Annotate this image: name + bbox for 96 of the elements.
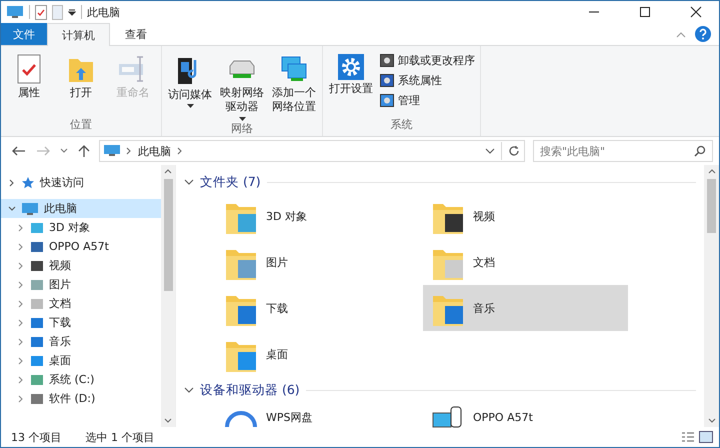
help-icon[interactable] [695,26,711,42]
item-icon [30,316,44,330]
chevron-right-icon[interactable] [17,280,25,288]
chevron-down-icon[interactable] [184,178,194,186]
chevron-right-icon[interactable] [17,356,25,364]
search-icon [694,145,706,157]
collapse-ribbon-icon[interactable] [675,30,687,38]
nav-item[interactable]: 此电脑 [1,199,161,218]
chevron-right-icon[interactable] [8,178,16,186]
ribbon-command[interactable]: 系统属性 [378,72,477,89]
chevron-right-icon[interactable] [17,300,25,308]
nav-item[interactable]: 下载 [1,313,161,332]
network-location-icon [279,54,309,84]
nav-item[interactable]: 快速访问 [1,173,161,192]
folder-tile[interactable]: 下载 [216,285,421,331]
tiles-view-icon[interactable] [699,431,713,443]
settings-icon [338,54,364,80]
chevron-right-icon [177,147,183,155]
scroll-up-icon[interactable] [708,168,716,174]
chevron-down-icon[interactable] [485,147,495,155]
item-icon [30,220,44,234]
address-bar[interactable]: 此电脑 [99,140,525,162]
nav-item[interactable]: 文档 [1,294,161,313]
chevron-down-icon[interactable] [8,204,16,212]
item-icon [30,240,44,254]
device-tile[interactable]: OPPO A57t [423,401,628,433]
nav-item[interactable]: 图片 [1,275,161,294]
nav-item[interactable]: 音乐 [1,332,161,351]
folder-tile[interactable]: 桌面 [216,331,421,377]
scroll-down-icon[interactable] [164,418,172,424]
folder-tile[interactable]: 图片 [216,239,421,285]
properties-icon [17,54,41,84]
ribbon-group-label: 系统 [390,117,414,133]
section-title[interactable]: 设备和驱动器 (6) [200,382,300,398]
chevron-down-icon[interactable] [184,386,194,394]
chevron-right-icon[interactable] [17,242,25,250]
folder-tile[interactable]: 音乐 [423,285,628,331]
refresh-icon[interactable] [508,145,520,157]
ribbon-tab[interactable]: 计算机 [47,23,110,46]
ribbon-group-label: 位置 [69,117,93,133]
caret-icon[interactable] [68,8,76,16]
item-icon [30,392,44,406]
ribbon-command[interactable]: 卸载或更改程序 [378,52,477,69]
status-text: 选中 1 个项目 [86,430,154,444]
search-field[interactable]: 搜索"此电脑" [533,140,713,162]
scrollbar[interactable] [161,165,175,427]
ribbon-command[interactable]: 映射网络驱动器 [217,48,267,121]
nav-item[interactable]: OPPO A57t [1,237,161,256]
chevron-right-icon[interactable] [17,262,25,270]
folder-tile[interactable]: 文档 [423,239,628,285]
computer-icon [104,145,120,157]
chevron-right-icon[interactable] [17,318,25,326]
scroll-thumb[interactable] [164,179,172,291]
up-arrow-icon[interactable] [77,144,91,158]
chevron-right-icon[interactable] [17,224,25,232]
item-icon [30,258,44,272]
computer-icon [6,5,24,19]
item-icon [30,372,44,386]
ribbon-group-label: 网络 [230,120,254,137]
ribbon-command[interactable]: 管理 [378,92,477,109]
ribbon-command[interactable]: 访问媒体 [165,48,215,108]
item-icon [30,278,44,292]
status-text: 13 个项目 [11,430,62,444]
ribbon-command[interactable]: 添加一个网络位置 [269,48,319,115]
item-icon [30,296,44,310]
ribbon-command[interactable]: 打开 [56,48,106,100]
ribbon-command[interactable]: 打开设置 [326,48,376,96]
nav-item[interactable]: 系统 (C:) [1,370,161,389]
star-icon [21,176,35,190]
chevron-down-icon[interactable] [59,147,69,155]
file-tab[interactable]: 文件 [1,23,47,45]
nav-item[interactable]: 视频 [1,256,161,275]
scrollbar[interactable] [704,165,719,427]
device-tile[interactable]: WPS网盘 [216,401,421,433]
nav-item[interactable]: 软件 (D:) [1,389,161,408]
chevron-right-icon[interactable] [17,394,25,402]
properties-icon[interactable] [35,4,47,20]
nav-item[interactable]: 桌面 [1,351,161,370]
chevron-right-icon[interactable] [17,338,25,346]
back-arrow-icon[interactable] [11,145,27,157]
scroll-down-icon[interactable] [708,418,716,424]
nav-item[interactable]: 3D 对象 [1,218,161,237]
scroll-thumb[interactable] [707,179,716,233]
window-title: 此电脑 [87,4,120,20]
folder-tile[interactable]: 视频 [423,193,628,239]
folder-tile[interactable]: 3D 对象 [216,193,421,239]
chevron-right-icon[interactable] [17,376,25,384]
item-icon [30,354,44,368]
chevron-right-icon [126,147,132,155]
section-title[interactable]: 文件夹 (7) [200,174,261,190]
details-view-icon[interactable] [681,431,695,443]
breadcrumb-item[interactable]: 此电脑 [138,144,171,158]
scroll-up-icon[interactable] [164,168,172,174]
computer-icon [21,202,39,216]
item-icon [30,334,44,348]
ribbon-command[interactable]: 属性 [4,48,54,100]
